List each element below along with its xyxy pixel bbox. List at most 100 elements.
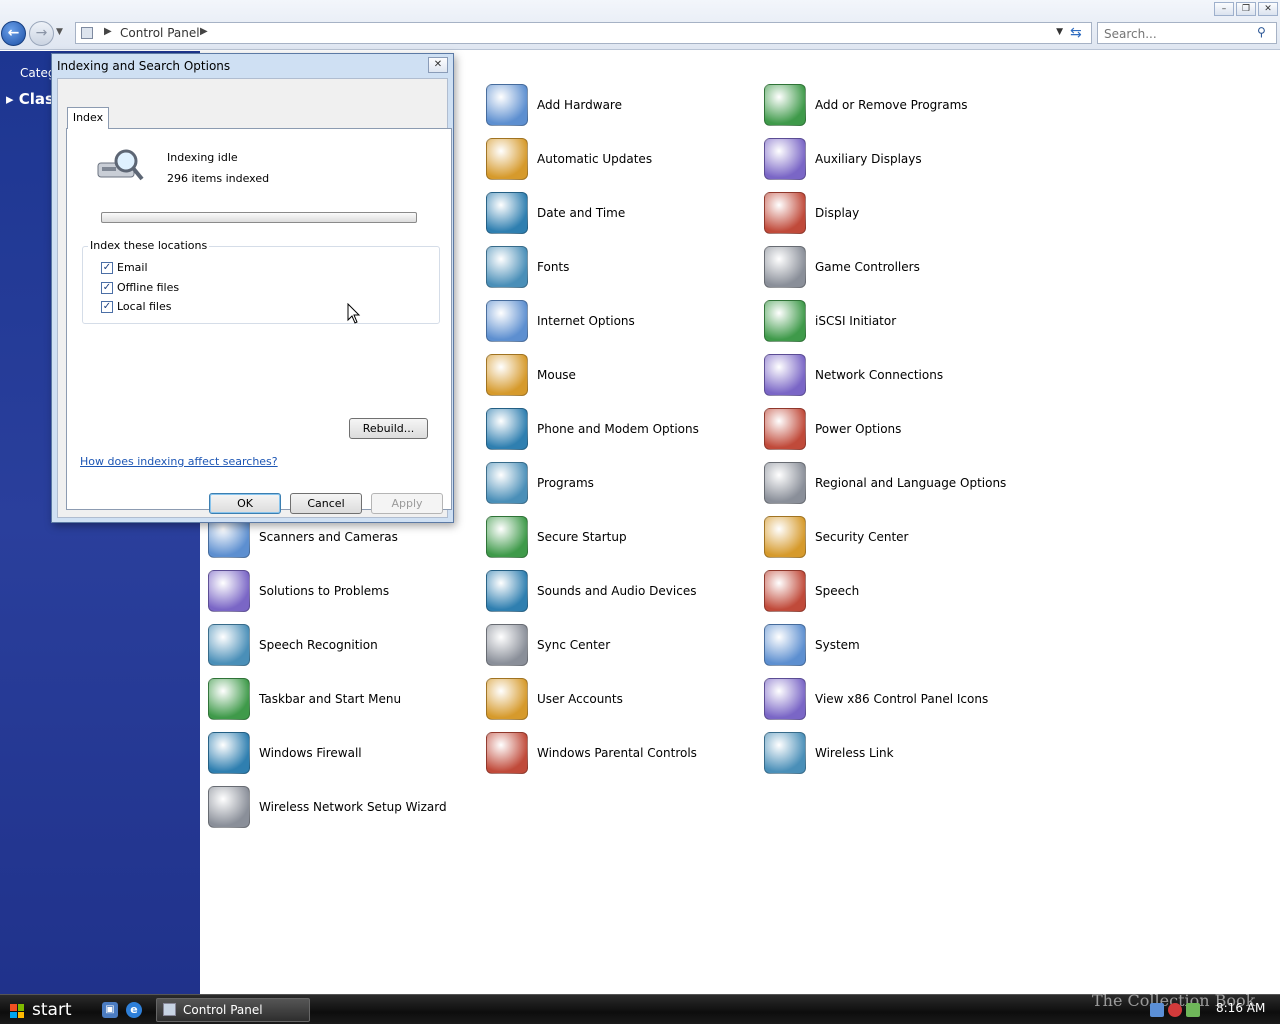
cancel-button[interactable]: Cancel xyxy=(290,493,362,514)
ok-button[interactable]: OK xyxy=(209,493,281,514)
breadcrumb-separator-icon[interactable]: ▶ xyxy=(104,26,112,37)
control-panel-item[interactable]: Windows Firewall xyxy=(205,728,362,778)
control-panel-icon xyxy=(81,27,93,39)
network-tray-icon[interactable] xyxy=(1150,1003,1164,1017)
programs-icon xyxy=(483,459,531,507)
classic-view-label: Clas xyxy=(18,90,54,108)
volume-tray-icon[interactable] xyxy=(1186,1003,1200,1017)
control-panel-item[interactable]: Wireless Network Setup Wizard xyxy=(205,782,447,832)
dialog-title: Indexing and Search Options xyxy=(57,59,231,73)
control-panel-item[interactable]: Mouse xyxy=(483,350,576,400)
control-panel-item[interactable]: Programs xyxy=(483,458,594,508)
search-input[interactable] xyxy=(1097,22,1277,44)
auxiliary-display-icon xyxy=(761,135,809,183)
breadcrumb-separator-icon[interactable]: ▶ xyxy=(200,26,208,37)
control-panel-item-label: Security Center xyxy=(815,530,909,544)
apply-button[interactable]: Apply xyxy=(371,493,443,514)
control-panel-item-label: View x86 Control Panel Icons xyxy=(815,692,989,706)
control-panel-item[interactable]: Display xyxy=(761,188,859,238)
back-button[interactable]: ← xyxy=(1,21,26,46)
offline-files-checkbox[interactable]: ✓ Offline files xyxy=(101,281,179,294)
rebuild-button[interactable]: Rebuild... xyxy=(349,418,428,439)
clock[interactable]: 8:16 AM xyxy=(1216,1001,1265,1015)
indexing-help-link[interactable]: How does indexing affect searches? xyxy=(80,455,278,468)
local-files-checkbox-label: Local files xyxy=(117,300,172,313)
control-panel-item[interactable]: Windows Parental Controls xyxy=(483,728,697,778)
tab-index[interactable]: Index xyxy=(67,107,109,129)
control-panel-item[interactable]: Speech xyxy=(761,566,859,616)
email-checkbox[interactable]: ✓ Email xyxy=(101,261,148,274)
control-panel-item-label: Sounds and Audio Devices xyxy=(537,584,697,598)
control-panel-item-label: Display xyxy=(815,206,860,220)
close-button[interactable]: ✕ xyxy=(1258,2,1278,16)
offline-files-checkbox-label: Offline files xyxy=(117,281,180,294)
control-panel-item[interactable]: System xyxy=(761,620,860,670)
control-panel-item-label: Game Controllers xyxy=(815,260,920,274)
display-icon xyxy=(761,189,809,237)
control-panel-item-label: Scanners and Cameras xyxy=(259,530,398,544)
internet-explorer-icon[interactable]: e xyxy=(126,1002,142,1018)
control-panel-item[interactable]: Fonts xyxy=(483,242,569,292)
control-panel-item[interactable]: Game Controllers xyxy=(761,242,920,292)
minimize-button[interactable]: – xyxy=(1214,2,1234,16)
local-files-checkbox[interactable]: ✓ Local files xyxy=(101,300,172,313)
control-panel-item-label: Programs xyxy=(537,476,594,490)
control-panel-item-label: Phone and Modem Options xyxy=(537,422,699,436)
system-tray xyxy=(1150,1003,1200,1017)
classic-view-link[interactable]: ▸ Clas xyxy=(6,90,54,108)
control-panel-item[interactable]: Auxiliary Displays xyxy=(761,134,922,184)
control-panel-item[interactable]: Network Connections xyxy=(761,350,943,400)
control-panel-item[interactable]: Sync Center xyxy=(483,620,610,670)
control-panel-item[interactable]: Add Hardware xyxy=(483,80,622,130)
control-panel-item[interactable]: Security Center xyxy=(761,512,908,562)
breadcrumb-control-panel[interactable]: Control Panel xyxy=(120,26,200,40)
window-controls: – ❐ ✕ xyxy=(1214,2,1278,16)
checkmark-icon[interactable]: ✓ xyxy=(101,281,113,294)
phone-modem-icon xyxy=(483,405,531,453)
maximize-button[interactable]: ❐ xyxy=(1236,2,1256,16)
start-button[interactable]: start xyxy=(2,997,88,1023)
control-panel-item[interactable]: View x86 Control Panel Icons xyxy=(761,674,988,724)
control-panel-item[interactable]: Date and Time xyxy=(483,188,625,238)
refresh-icon[interactable]: ⇆ xyxy=(1070,25,1082,41)
control-panel-item-label: Mouse xyxy=(537,368,576,382)
dialog-close-button[interactable]: ✕ xyxy=(428,57,448,73)
control-panel-item[interactable]: Speech Recognition xyxy=(205,620,378,670)
control-panel-item[interactable]: Power Options xyxy=(761,404,901,454)
indexing-options-dialog: Indexing and Search Options ✕ Index Inde… xyxy=(51,53,454,523)
sync-arrows-icon xyxy=(483,621,531,669)
control-panel-item[interactable]: iSCSI Initiator xyxy=(761,296,896,346)
checkmark-icon[interactable]: ✓ xyxy=(101,300,113,313)
control-panel-item[interactable]: Internet Options xyxy=(483,296,635,346)
control-panel-item[interactable]: Automatic Updates xyxy=(483,134,652,184)
checkmark-icon[interactable]: ✓ xyxy=(101,261,113,274)
forward-button[interactable]: → xyxy=(29,21,54,46)
control-panel-item[interactable]: Regional and Language Options xyxy=(761,458,1006,508)
address-toolbar: ← → ▼ ▶ Control Panel ▶ ▼ ⇆ ⚲ – ❐ ✕ xyxy=(0,0,1280,50)
control-panel-item[interactable]: Add or Remove Programs xyxy=(761,80,968,130)
address-dropdown-icon[interactable]: ▼ xyxy=(1056,27,1063,37)
control-panel-item-label: Wireless Link xyxy=(815,746,894,760)
history-dropdown-icon[interactable]: ▼ xyxy=(56,27,63,37)
control-panel-item[interactable]: Wireless Link xyxy=(761,728,894,778)
mouse-cursor-icon xyxy=(347,303,361,324)
control-panel-item-label: Date and Time xyxy=(537,206,626,220)
control-panel-item[interactable]: Phone and Modem Options xyxy=(483,404,699,454)
control-panel-item-label: Auxiliary Displays xyxy=(815,152,922,166)
control-panel-item[interactable]: User Accounts xyxy=(483,674,623,724)
control-panel-item-label: Internet Options xyxy=(537,314,635,328)
internet-globe-icon xyxy=(483,297,531,345)
security-tray-icon[interactable] xyxy=(1168,1003,1182,1017)
show-desktop-icon[interactable]: ▣ xyxy=(102,1002,118,1018)
control-panel-item-label: Taskbar and Start Menu xyxy=(259,692,402,706)
address-bar[interactable]: ▶ Control Panel ▶ ▼ xyxy=(75,22,1092,44)
control-panel-item[interactable]: Sounds and Audio Devices xyxy=(483,566,696,616)
index-tab-panel: Indexing idle 296 items indexed Index th… xyxy=(66,128,452,510)
x86-panel-icon xyxy=(761,675,809,723)
control-panel-item[interactable]: Solutions to Problems xyxy=(205,566,389,616)
control-panel-item[interactable]: Secure Startup xyxy=(483,512,627,562)
search-icon[interactable]: ⚲ xyxy=(1257,25,1266,39)
taskbar-button-control-panel[interactable]: Control Panel xyxy=(156,998,310,1022)
control-panel-item[interactable]: Taskbar and Start Menu xyxy=(205,674,401,724)
control-panel-icon xyxy=(163,1003,176,1016)
